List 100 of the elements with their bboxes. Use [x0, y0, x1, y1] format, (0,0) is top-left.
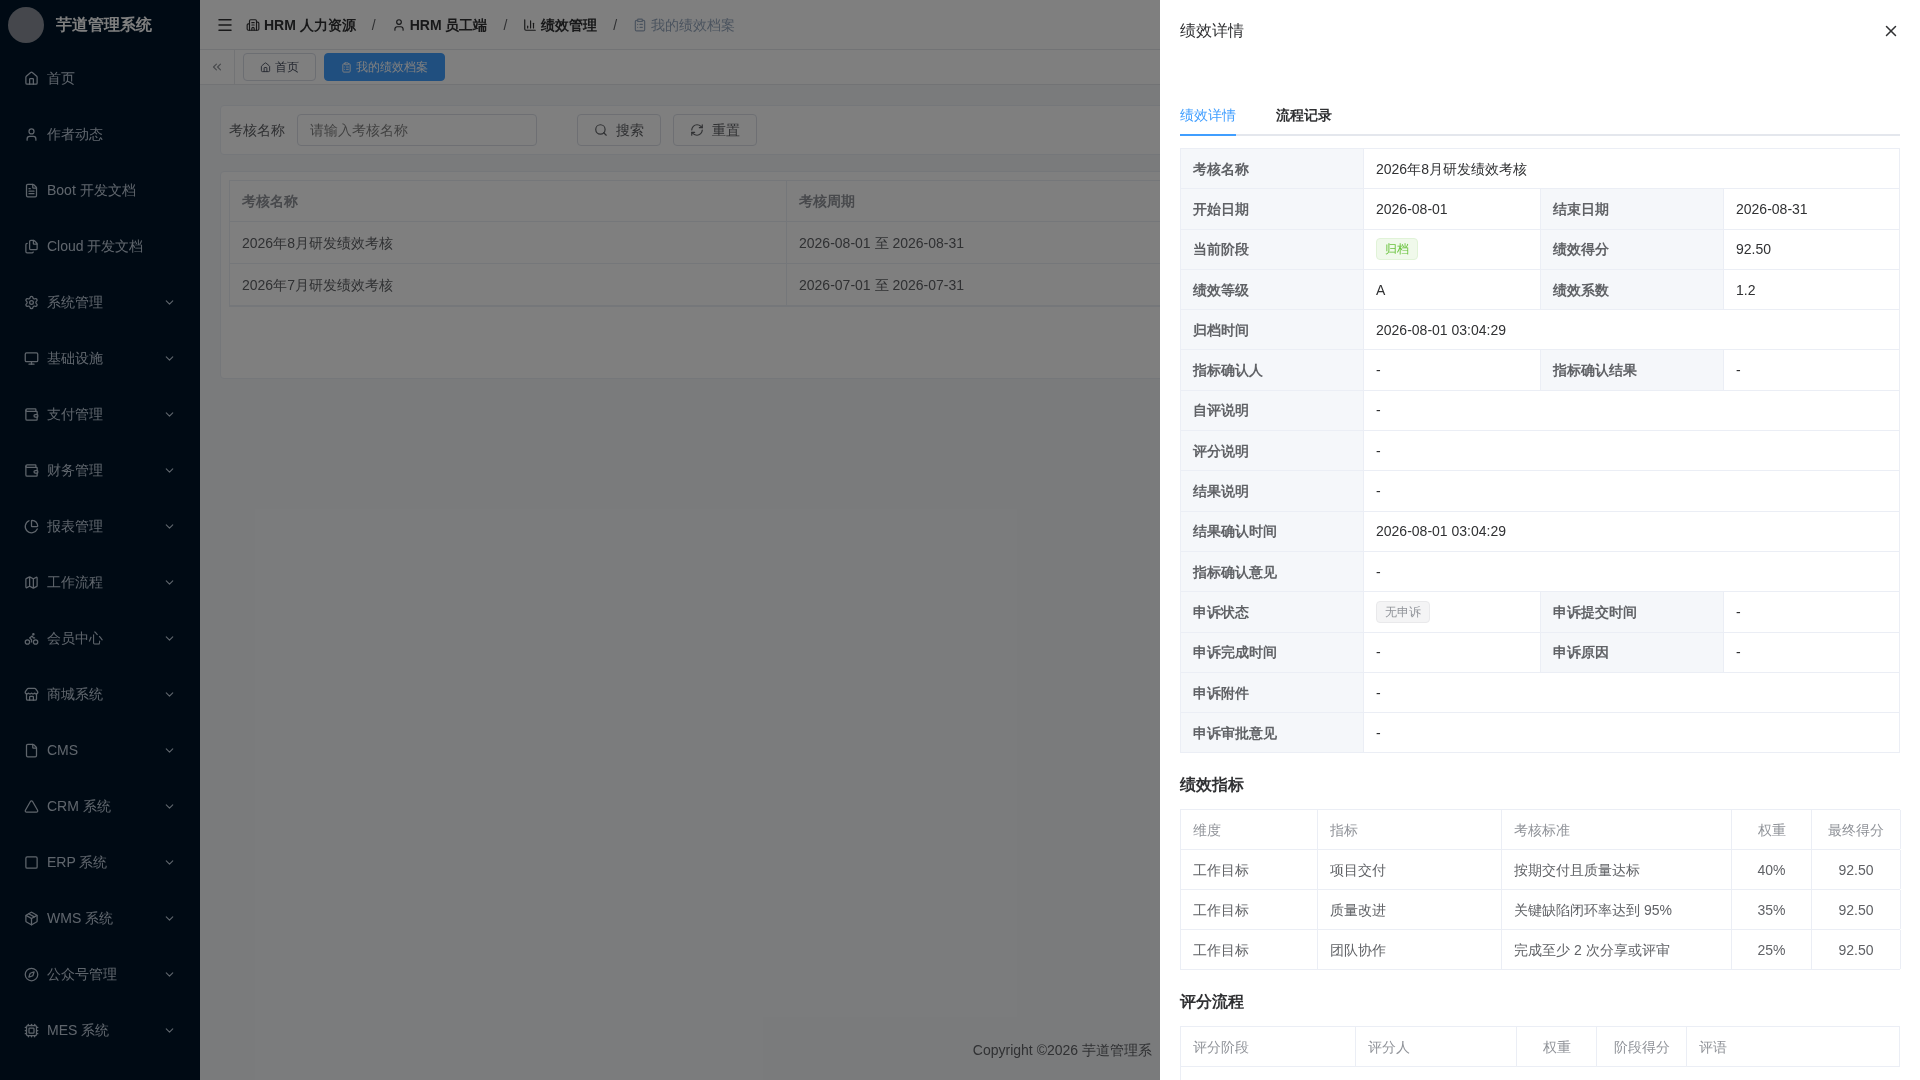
- detail-label: 申诉原因: [1541, 632, 1724, 672]
- detail-value: -: [1376, 723, 1381, 743]
- table-cell: 工作目标: [1181, 930, 1318, 970]
- package-icon: [24, 910, 39, 926]
- detail-value: 2026-08-01 03:04:29: [1376, 320, 1506, 340]
- detail-label: 自评说明: [1181, 390, 1364, 431]
- pie-chart-icon: [24, 518, 39, 534]
- detail-label: 申诉提交时间: [1541, 592, 1724, 632]
- document-icon: [24, 182, 39, 198]
- search-field[interactable]: 请输入考核名称: [297, 114, 537, 146]
- detail-value: 2026-08-31: [1736, 199, 1808, 219]
- detail-value: A: [1376, 280, 1386, 300]
- sidebar-item[interactable]: ERP 系统: [0, 834, 200, 890]
- sidebar-item[interactable]: 首页: [0, 50, 200, 106]
- detail-label: 评分说明: [1181, 431, 1364, 471]
- bicycle-icon: [24, 630, 39, 646]
- column-header: 评语: [1687, 1027, 1900, 1067]
- drawer-title: 绩效详情: [1180, 21, 1244, 41]
- detail-label: 考核名称: [1181, 149, 1364, 189]
- documents-icon: [24, 238, 39, 254]
- sidebar-item[interactable]: 报表管理: [0, 498, 200, 554]
- chip-icon: [24, 1022, 39, 1038]
- search-button[interactable]: 搜索: [577, 114, 661, 146]
- sidebar-item[interactable]: 会员中心: [0, 610, 200, 666]
- sidebar-item[interactable]: CRM 系统: [0, 778, 200, 834]
- wallet-icon: [24, 462, 39, 478]
- building-icon: [246, 17, 260, 32]
- sidebar-item[interactable]: 财务管理: [0, 442, 200, 498]
- sidebar-item[interactable]: Boot 开发文档: [0, 162, 200, 218]
- column-header: 指标: [1318, 810, 1502, 850]
- detail-value: -: [1736, 602, 1741, 622]
- drawer-tab[interactable]: 绩效详情: [1180, 96, 1236, 136]
- table-cell: 按期交付且质量达标: [1502, 850, 1732, 890]
- sidebar-item[interactable]: MES 系统: [0, 1002, 200, 1058]
- page-tab[interactable]: 我的绩效档案: [324, 53, 445, 81]
- store-icon: [24, 686, 39, 702]
- detail-value: -: [1376, 401, 1381, 421]
- table-cell: 25%: [1732, 930, 1812, 970]
- detail-label: 申诉审批意见: [1181, 713, 1364, 753]
- logo-icon: [8, 7, 44, 43]
- sidebar-item[interactable]: 工作流程: [0, 554, 200, 610]
- gear-icon: [24, 294, 39, 310]
- table-cell: 完成至少 2 次分享或评审: [1502, 930, 1732, 970]
- status-tag: 归档: [1376, 238, 1418, 261]
- breadcrumb-link[interactable]: HRM 员工端: [391, 14, 488, 35]
- sidebar-item[interactable]: 支付管理: [0, 386, 200, 442]
- app-title: 芋道管理系统: [56, 15, 152, 35]
- sidebar-item[interactable]: 作者动态: [0, 106, 200, 162]
- column-header: 最终得分: [1812, 810, 1901, 850]
- clipboard-icon: [633, 17, 648, 32]
- detail-label: 绩效系数: [1541, 269, 1724, 310]
- breadcrumb-link[interactable]: 绩效管理: [523, 14, 598, 35]
- user-icon: [391, 17, 406, 32]
- column-header: 阶段得分: [1597, 1027, 1687, 1067]
- sidebar-item[interactable]: 基础设施: [0, 330, 200, 386]
- sidebar-item[interactable]: 系统管理: [0, 274, 200, 330]
- detail-label: 指标确认意见: [1181, 551, 1364, 592]
- column-header: 权重: [1732, 810, 1812, 850]
- sidebar-item[interactable]: CMS: [0, 722, 200, 778]
- detail-value: -: [1376, 643, 1381, 663]
- detail-label: 绩效等级: [1181, 269, 1364, 310]
- table-cell: 92.50: [1812, 930, 1901, 970]
- detail-label: 指标确认人: [1181, 350, 1364, 390]
- table-cell: 团队协作: [1318, 930, 1502, 970]
- refresh-icon: [690, 123, 704, 137]
- detail-label: 结果说明: [1181, 471, 1364, 511]
- reset-button[interactable]: 重置: [673, 114, 757, 146]
- table-cell-text: 2026-08-01 至 2026-08-31: [798, 233, 965, 253]
- triangle-icon: [24, 798, 39, 814]
- column-header: 评分阶段: [1181, 1027, 1356, 1067]
- sidebar-item[interactable]: 公众号管理: [0, 946, 200, 1002]
- table-cell: 关键缺陷闭环率达到 95%: [1502, 890, 1732, 930]
- user-icon: [24, 126, 39, 142]
- sidebar-item[interactable]: WMS 系统: [0, 890, 200, 946]
- detail-value: -: [1736, 361, 1741, 381]
- sidebar-item[interactable]: 商城系统: [0, 666, 200, 722]
- table-cell-text: 2026-07-01 至 2026-07-31: [798, 275, 965, 295]
- detail-value: -: [1376, 441, 1381, 461]
- detail-value: -: [1376, 482, 1381, 501]
- clipboard-icon: [341, 61, 352, 73]
- compass-icon: [24, 966, 39, 982]
- table-cell: 2026年8月研发绩效考核: [230, 222, 787, 263]
- table-cell: 项目交付: [1318, 850, 1502, 890]
- detail-label: 归档时间: [1181, 310, 1364, 350]
- detail-value: 1.2: [1736, 280, 1756, 300]
- detail-label: 当前阶段: [1181, 229, 1364, 269]
- drawer-tab[interactable]: 流程记录: [1276, 96, 1332, 136]
- breadcrumb-link[interactable]: HRM 人力资源: [246, 14, 356, 35]
- detail-value: -: [1736, 643, 1741, 663]
- breadcrumb-separator: /: [370, 15, 377, 35]
- detail-label: 申诉附件: [1181, 672, 1364, 713]
- detail-value: 92.50: [1736, 240, 1772, 260]
- document-icon: [24, 742, 39, 758]
- sidebar-item[interactable]: Cloud 开发文档: [0, 218, 200, 274]
- monitor-icon: [24, 350, 39, 366]
- page-tab[interactable]: 首页: [243, 53, 316, 81]
- table-cell: 35%: [1732, 890, 1812, 930]
- status-tag: 无申诉: [1376, 600, 1430, 623]
- search-icon: [594, 123, 608, 137]
- table-cell: 工作目标: [1181, 850, 1318, 890]
